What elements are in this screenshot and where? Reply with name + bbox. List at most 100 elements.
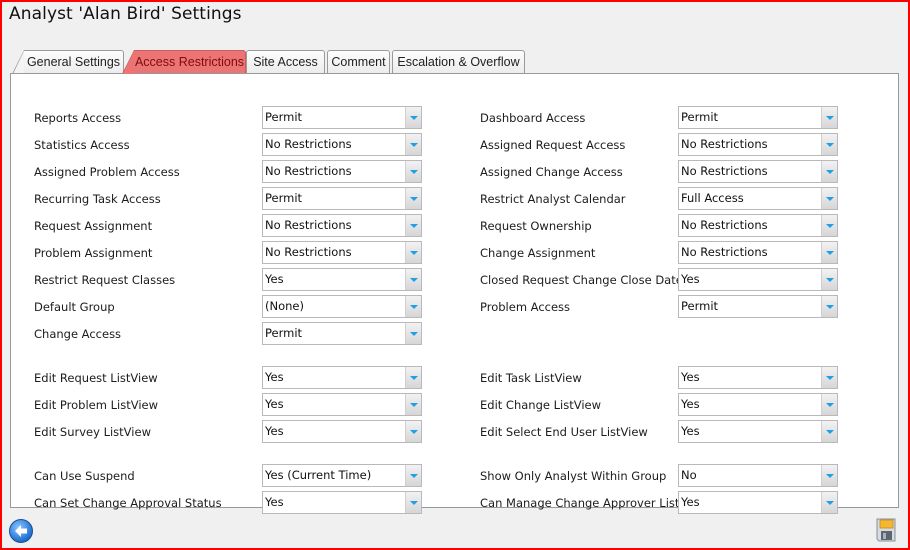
field-label: Statistics Access <box>34 138 130 152</box>
assigned-change-access-dropdown[interactable]: No Restrictions <box>678 160 838 183</box>
edit-change-listview-dropdown[interactable]: Yes <box>678 393 838 416</box>
chevron-down-icon[interactable] <box>405 107 421 128</box>
dropdown-value: No Restrictions <box>681 137 768 151</box>
field-label: Assigned Change Access <box>480 165 623 179</box>
chevron-down-icon[interactable] <box>405 242 421 263</box>
dropdown-value: Yes <box>681 495 700 509</box>
dropdown-value: No Restrictions <box>265 245 352 259</box>
chevron-down-icon[interactable] <box>405 269 421 290</box>
chevron-down-icon[interactable] <box>405 492 421 513</box>
dropdown-value: Yes <box>681 424 700 438</box>
field-label: Edit Task ListView <box>480 371 582 385</box>
dropdown-value: No Restrictions <box>265 218 352 232</box>
chevron-down-icon[interactable] <box>821 107 837 128</box>
can-set-change-approval-status-dropdown[interactable]: Yes <box>262 491 422 514</box>
assigned-problem-access-dropdown[interactable]: No Restrictions <box>262 160 422 183</box>
chevron-down-icon[interactable] <box>405 134 421 155</box>
field-label: Edit Change ListView <box>480 398 602 412</box>
field-label: Restrict Analyst Calendar <box>480 192 626 206</box>
dropdown-value: Yes <box>681 272 700 286</box>
restrict-request-classes-dropdown[interactable]: Yes <box>262 268 422 291</box>
closed-request-change-close-date-dropdown[interactable]: Yes <box>678 268 838 291</box>
reports-access-dropdown[interactable]: Permit <box>262 106 422 129</box>
chevron-down-icon[interactable] <box>821 465 837 486</box>
edit-task-listview-dropdown[interactable]: Yes <box>678 366 838 389</box>
tab-site-access[interactable]: Site Access <box>246 50 325 73</box>
change-assignment-dropdown[interactable]: No Restrictions <box>678 241 838 264</box>
tab-label: Escalation & Overflow <box>397 55 520 69</box>
field-label: Request Assignment <box>34 219 153 233</box>
edit-select-end-user-listview-dropdown[interactable]: Yes <box>678 420 838 443</box>
chevron-down-icon[interactable] <box>821 394 837 415</box>
edit-survey-listview-dropdown[interactable]: Yes <box>262 420 422 443</box>
chevron-down-icon[interactable] <box>821 215 837 236</box>
edit-request-listview-dropdown[interactable]: Yes <box>262 366 422 389</box>
request-ownership-dropdown[interactable]: No Restrictions <box>678 214 838 237</box>
chevron-down-icon[interactable] <box>821 296 837 317</box>
field-label: Assigned Request Access <box>480 138 626 152</box>
field-label: Recurring Task Access <box>34 192 161 206</box>
default-group-dropdown[interactable]: (None) <box>262 295 422 318</box>
chevron-down-icon[interactable] <box>405 296 421 317</box>
tab-escalation-overflow[interactable]: Escalation & Overflow <box>392 50 525 73</box>
access-restrictions-panel: Reports Access Permit Statistics Access No … <box>10 73 899 514</box>
dropdown-value: No Restrictions <box>265 137 352 151</box>
can-manage-change-approver-list-dropdown[interactable]: Yes <box>678 491 838 514</box>
chevron-down-icon[interactable] <box>821 134 837 155</box>
dropdown-value: Yes <box>265 370 284 384</box>
field-label: Can Manage Change Approver List <box>480 496 680 510</box>
back-button[interactable] <box>9 519 33 543</box>
problem-assignment-dropdown[interactable]: No Restrictions <box>262 241 422 264</box>
tab-label: Comment <box>331 55 386 69</box>
page-title: Analyst 'Alan Bird' Settings <box>9 4 242 24</box>
show-only-analyst-within-group-dropdown[interactable]: No <box>678 464 838 487</box>
tab-general-settings[interactable]: General Settings <box>12 50 124 74</box>
chevron-down-icon[interactable] <box>405 421 421 442</box>
back-arrow-icon <box>15 525 27 537</box>
change-access-dropdown[interactable]: Permit <box>262 322 422 345</box>
edit-problem-listview-dropdown[interactable]: Yes <box>262 393 422 416</box>
dropdown-value: No Restrictions <box>265 164 352 178</box>
chevron-down-icon[interactable] <box>405 161 421 182</box>
dropdown-value: Yes <box>681 370 700 384</box>
tab-access-restrictions[interactable]: Access Restrictions <box>122 50 246 74</box>
window-frame: Analyst 'Alan Bird' Settings General Set… <box>0 0 910 550</box>
dropdown-value: No Restrictions <box>681 164 768 178</box>
dropdown-value: Yes <box>265 495 284 509</box>
save-button[interactable] <box>875 518 897 542</box>
chevron-down-icon[interactable] <box>821 367 837 388</box>
dropdown-value: Full Access <box>681 191 744 205</box>
dropdown-value: Permit <box>265 191 303 205</box>
chevron-down-icon[interactable] <box>821 492 837 513</box>
chevron-down-icon[interactable] <box>821 421 837 442</box>
dropdown-value: No <box>681 468 697 482</box>
request-assignment-dropdown[interactable]: No Restrictions <box>262 214 422 237</box>
statistics-access-dropdown[interactable]: No Restrictions <box>262 133 422 156</box>
dashboard-access-dropdown[interactable]: Permit <box>678 106 838 129</box>
tab-label: Access Restrictions <box>134 55 245 69</box>
chevron-down-icon[interactable] <box>405 394 421 415</box>
dropdown-value: No Restrictions <box>681 218 768 232</box>
problem-access-dropdown[interactable]: Permit <box>678 295 838 318</box>
field-label: Can Set Change Approval Status <box>34 496 222 510</box>
chevron-down-icon[interactable] <box>405 215 421 236</box>
assigned-request-access-dropdown[interactable]: No Restrictions <box>678 133 838 156</box>
chevron-down-icon[interactable] <box>405 323 421 344</box>
field-label: Edit Select End User ListView <box>480 425 648 439</box>
field-label: Dashboard Access <box>480 111 586 125</box>
chevron-down-icon[interactable] <box>405 367 421 388</box>
can-use-suspend-dropdown[interactable]: Yes (Current Time) <box>262 464 422 487</box>
tab-comment[interactable]: Comment <box>327 50 390 73</box>
field-label: Change Assignment <box>480 246 596 260</box>
dropdown-value: Permit <box>681 299 719 313</box>
chevron-down-icon[interactable] <box>821 269 837 290</box>
restrict-analyst-calendar-dropdown[interactable]: Full Access <box>678 187 838 210</box>
chevron-down-icon[interactable] <box>821 242 837 263</box>
chevron-down-icon[interactable] <box>405 465 421 486</box>
field-label: Restrict Request Classes <box>34 273 176 287</box>
chevron-down-icon[interactable] <box>821 161 837 182</box>
recurring-task-access-dropdown[interactable]: Permit <box>262 187 422 210</box>
chevron-down-icon[interactable] <box>821 188 837 209</box>
dropdown-value: Permit <box>265 110 303 124</box>
chevron-down-icon[interactable] <box>405 188 421 209</box>
